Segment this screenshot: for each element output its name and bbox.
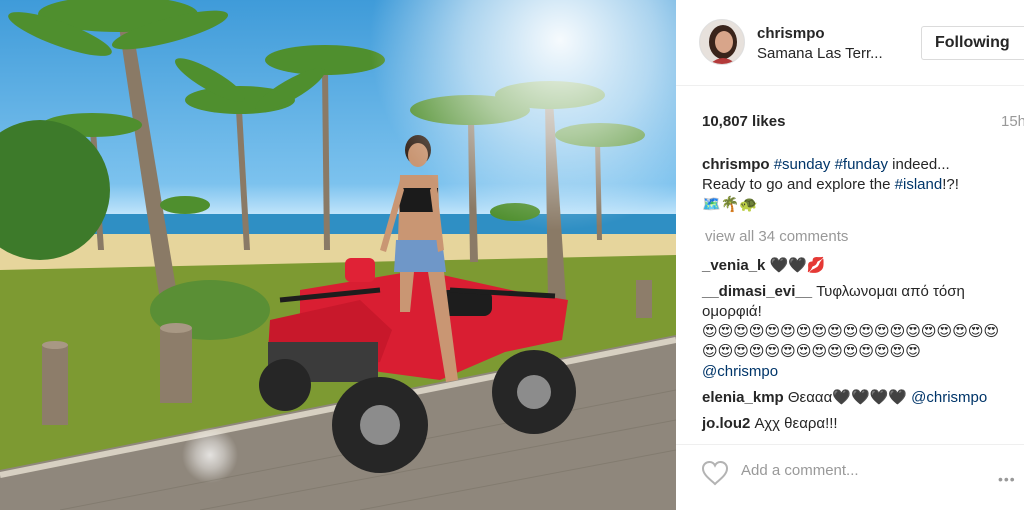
comment-item: elenia_kmp Θεααα🖤🖤🖤🖤 @chrismpo: [702, 388, 1012, 408]
hashtag-island[interactable]: #island: [895, 176, 943, 193]
following-button[interactable]: Following: [921, 26, 1024, 60]
comment-username[interactable]: __dimasi_evi__: [702, 283, 812, 300]
post-sidebar: chrismpo Samana Las Terr... Following 10…: [676, 0, 1024, 510]
avatar[interactable]: [699, 19, 745, 65]
comment-item: __dimasi_evi__ Τυφλωνομαι από τόση ομορφ…: [702, 282, 1012, 382]
post-username[interactable]: chrismpo: [757, 25, 825, 42]
comment-footer: Add a comment... •••: [676, 444, 1024, 510]
post-photo[interactable]: [0, 0, 676, 510]
beach-atv-scene: [0, 0, 676, 510]
likes-count[interactable]: 10,807 likes: [702, 113, 785, 130]
comment-text: Αχχ θεαρα!!!: [754, 415, 838, 432]
profile-photo-icon: [700, 20, 744, 64]
caption-text: indeed...: [892, 156, 950, 173]
caption-username[interactable]: chrismpo: [702, 156, 770, 173]
caption-text: Ready to go and explore the: [702, 176, 891, 193]
caption-text: !?!: [942, 176, 959, 193]
post-location[interactable]: Samana Las Terr...: [757, 45, 883, 62]
hashtag-sunday[interactable]: #sunday: [774, 156, 831, 173]
view-all-comments-link[interactable]: view all 34 comments: [705, 227, 1012, 247]
caption: chrismpo #sunday #funday indeed... Ready…: [702, 155, 1012, 215]
comment-item: jo.lou2 Αχχ θεαρα!!!: [702, 414, 1012, 434]
hashtag-funday[interactable]: #funday: [835, 156, 888, 173]
post-timestamp[interactable]: 15h: [1001, 113, 1024, 130]
more-options-icon[interactable]: •••: [998, 471, 1016, 487]
comment-username[interactable]: jo.lou2: [702, 415, 750, 432]
heart-outline-icon[interactable]: [701, 460, 729, 486]
comment-username[interactable]: _venia_k: [702, 257, 765, 274]
post-header: chrismpo Samana Las Terr... Following: [676, 0, 1024, 86]
add-comment-input[interactable]: Add a comment...: [741, 462, 859, 479]
comment-text: Θεααα🖤🖤🖤🖤: [787, 389, 907, 406]
comment-username[interactable]: elenia_kmp: [702, 389, 784, 406]
comments-section: chrismpo #sunday #funday indeed... Ready…: [702, 155, 1012, 440]
comment-mention[interactable]: @chrismpo: [911, 389, 987, 406]
comment-item: _venia_k 🖤🖤💋: [702, 256, 1012, 276]
comment-text: 🖤🖤💋: [769, 257, 826, 274]
comment-emoji: 😍😍😍😍😍😍😍😍😍😍😍😍😍😍😍😍😍😍😍😍😍😍😍😍😍😍😍😍😍😍😍😍😍: [702, 323, 1000, 360]
caption-emoji: 🗺️🌴🐢: [702, 196, 759, 213]
comment-mention[interactable]: @chrismpo: [702, 363, 778, 380]
